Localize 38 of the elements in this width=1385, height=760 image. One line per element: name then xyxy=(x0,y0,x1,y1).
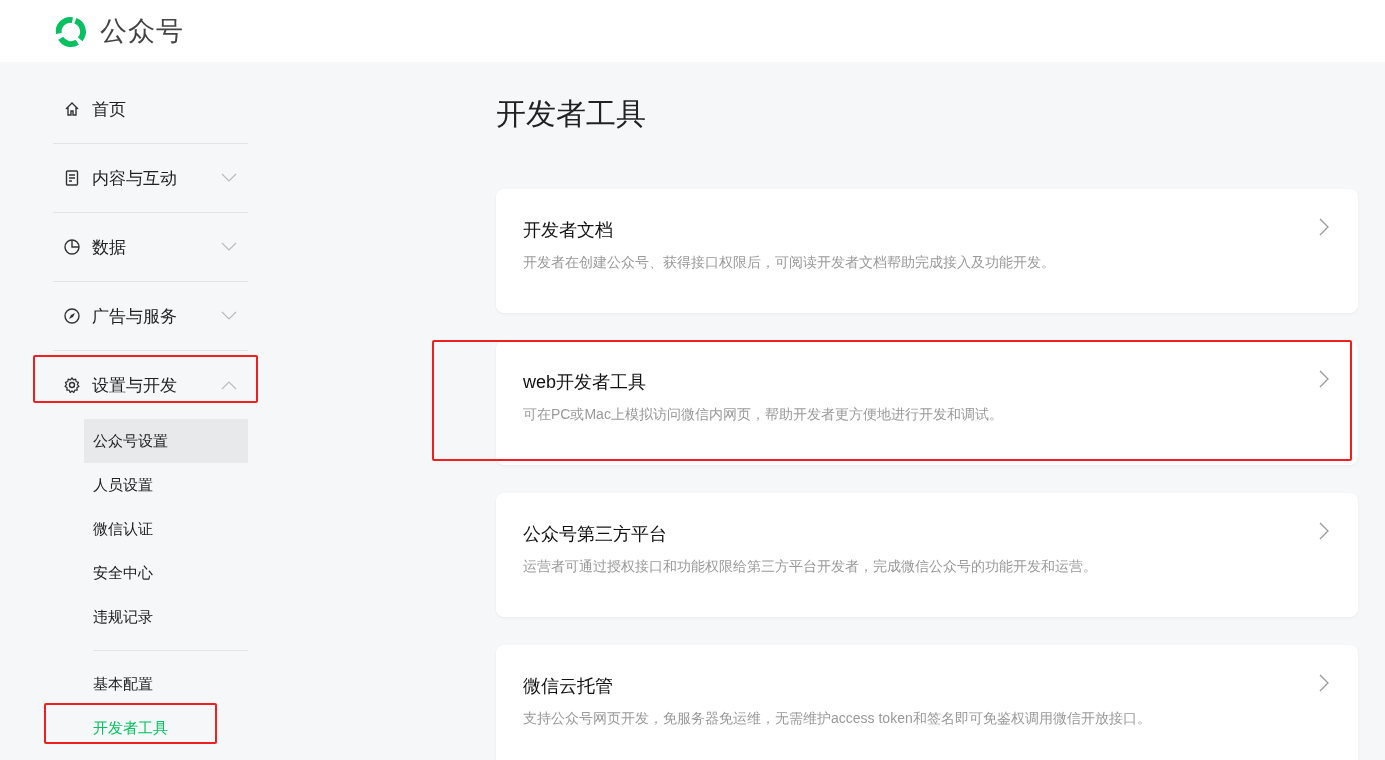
chevron-right-icon xyxy=(1319,218,1329,236)
card-title: 公众号第三方平台 xyxy=(523,524,667,544)
tool-card[interactable]: 微信云托管 支持公众号网页开发，免服务器免运维，无需维护access token和签名即可免鉴权调用微信开放接口。 xyxy=(496,645,1358,760)
chevron-down-icon xyxy=(221,173,237,183)
chevron-down-icon xyxy=(221,242,237,252)
submenu-item[interactable]: 违规记录 xyxy=(84,595,248,639)
submenu-item[interactable]: 微信认证 xyxy=(84,507,248,551)
card-title: web开发者工具 xyxy=(523,372,647,392)
nav-item[interactable]: 设置与开发 xyxy=(53,351,248,419)
card-title: 开发者文档 xyxy=(523,220,613,240)
submenu-item[interactable]: 基本配置 xyxy=(84,662,248,706)
tool-card[interactable]: 公众号第三方平台 运营者可通过授权接口和功能权限给第三方平台开发者，完成微信公众号的功能开发和运营。 xyxy=(496,493,1358,617)
card-description: 运营者可通过授权接口和功能权限给第三方平台开发者，完成微信公众号的功能开发和运营。 xyxy=(523,558,1097,574)
home-icon xyxy=(63,100,81,118)
nav-item[interactable]: 广告与服务 xyxy=(53,282,248,350)
page-title: 开发者工具 xyxy=(496,96,647,132)
settings-icon xyxy=(63,376,81,394)
tool-card[interactable]: web开发者工具 可在PC或Mac上模拟访问微信内网页，帮助开发者更方便地进行开发和调试。 xyxy=(496,341,1358,465)
pie-chart-icon xyxy=(63,238,81,256)
document-icon xyxy=(63,169,81,187)
chevron-down-icon xyxy=(221,311,237,321)
chevron-right-icon xyxy=(1319,370,1329,388)
submenu-item[interactable]: 人员设置 xyxy=(84,463,248,507)
nav-item[interactable]: 数据 xyxy=(53,213,248,281)
chevron-right-icon xyxy=(1319,674,1329,692)
chevron-up-icon xyxy=(221,380,237,390)
tool-card[interactable]: 开发者文档 开发者在创建公众号、获得接口权限后，可阅读开发者文档帮助完成接入及功能开发。 xyxy=(496,189,1358,313)
card-description: 开发者在创建公众号、获得接口权限后，可阅读开发者文档帮助完成接入及功能开发。 xyxy=(523,254,1055,270)
card-title: 微信云托管 xyxy=(523,676,613,696)
card-description: 支持公众号网页开发，免服务器免运维，无需维护access token和签名即可免鉴权调用微信开放接口。 xyxy=(523,710,1151,726)
card-description: 可在PC或Mac上模拟访问微信内网页，帮助开发者更方便地进行开发和调试。 xyxy=(523,406,1003,422)
compass-icon xyxy=(63,307,81,325)
submenu-item[interactable]: 安全中心 xyxy=(84,551,248,595)
nav-item[interactable]: 首页 xyxy=(53,75,248,143)
logo-text: 公众号 xyxy=(100,15,184,48)
nav-item[interactable]: 内容与互动 xyxy=(53,144,248,212)
chevron-right-icon xyxy=(1319,522,1329,540)
submenu-item[interactable]: 公众号设置 xyxy=(84,419,248,463)
